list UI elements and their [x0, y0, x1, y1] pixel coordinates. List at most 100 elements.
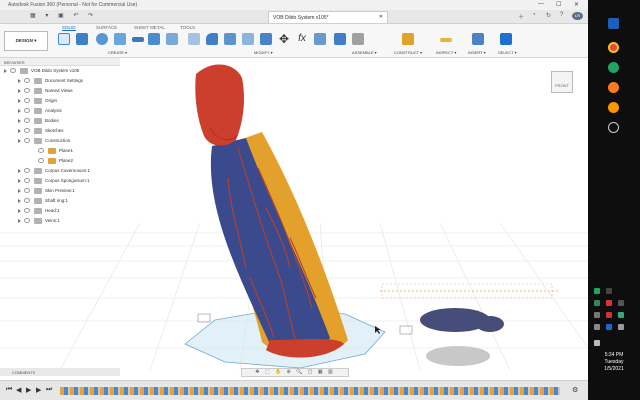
construct-menu[interactable]: CONSTRUCT ▾ — [394, 50, 422, 55]
close-button[interactable]: ✕ — [574, 1, 579, 8]
visibility-eye-icon[interactable] — [10, 68, 16, 73]
step-back-icon[interactable]: ◀ — [16, 386, 21, 394]
assemble-menu[interactable]: ASSEMBLE ▾ — [352, 50, 377, 55]
step-forward-icon[interactable]: ▶ — [36, 386, 41, 394]
app-green-icon[interactable] — [608, 62, 619, 73]
sweep-icon[interactable] — [114, 33, 126, 45]
tray-icon-11[interactable] — [618, 324, 624, 330]
browser-item[interactable]: VOB Dildo System v105 — [0, 66, 120, 76]
browser-item[interactable]: Plane1 — [0, 146, 120, 156]
browser-item[interactable]: Veins:1 — [0, 216, 120, 226]
chrome-icon[interactable] — [608, 42, 619, 53]
inspect-menu[interactable]: INSPECT ▾ — [436, 50, 456, 55]
volume-icon[interactable] — [594, 340, 600, 346]
tray-icon-5[interactable] — [618, 300, 624, 306]
play-icon[interactable]: ▶ — [26, 386, 31, 394]
expand-arrow-icon[interactable] — [18, 179, 21, 183]
go-to-start-icon[interactable]: ⏮ — [6, 386, 12, 394]
insert-image-icon[interactable] — [472, 33, 484, 45]
select-menu[interactable]: SELECT ▾ — [498, 50, 517, 55]
maximize-button[interactable]: ☐ — [556, 1, 561, 8]
visibility-eye-icon[interactable] — [24, 88, 30, 93]
loft-icon[interactable] — [132, 37, 144, 42]
job-status-icon[interactable]: ↻ — [546, 12, 551, 19]
visibility-eye-icon[interactable] — [24, 208, 30, 213]
visibility-eye-icon[interactable] — [24, 138, 30, 143]
visibility-eye-icon[interactable] — [38, 148, 44, 153]
add-tab-icon[interactable]: ＋ — [518, 12, 524, 21]
extrude-icon[interactable] — [76, 33, 88, 45]
tray-icon-4[interactable] — [606, 300, 612, 306]
clock-app-icon[interactable] — [608, 122, 619, 133]
visibility-eye-icon[interactable] — [24, 118, 30, 123]
expand-arrow-icon[interactable] — [18, 119, 21, 123]
tab-sheet-metal[interactable]: SHEET METAL — [134, 25, 165, 30]
timeline-settings-icon[interactable]: ⚙ — [572, 386, 578, 394]
tray-icon-8[interactable] — [618, 312, 624, 318]
help-icon[interactable]: ? — [560, 12, 563, 18]
expand-arrow-icon[interactable] — [18, 99, 21, 103]
firefox-dev-icon[interactable] — [608, 102, 619, 113]
expand-arrow-icon[interactable] — [18, 109, 21, 113]
rib-icon[interactable] — [148, 33, 160, 45]
expand-arrow-icon[interactable] — [18, 89, 21, 93]
hole-icon[interactable] — [166, 33, 178, 45]
browser-item[interactable]: Head:1 — [0, 206, 120, 216]
browser-item[interactable]: Analysis — [0, 106, 120, 116]
quick-access-toolbar[interactable]: ▦ ▾ ▣ ↶ ↷ — [30, 12, 97, 19]
move-icon[interactable]: ✥ — [278, 33, 290, 45]
browser-item[interactable]: Skin Preview:1 — [0, 186, 120, 196]
visibility-eye-icon[interactable] — [24, 128, 30, 133]
browser-item[interactable]: Document Settings — [0, 76, 120, 86]
close-tab-icon[interactable]: ✕ — [379, 14, 383, 20]
tray-icon-2[interactable] — [606, 288, 612, 294]
expand-arrow-icon[interactable] — [18, 129, 21, 133]
tray-icon-10[interactable] — [606, 324, 612, 330]
tray-icon-1[interactable] — [594, 288, 600, 294]
visibility-eye-icon[interactable] — [38, 158, 44, 163]
visibility-eye-icon[interactable] — [24, 188, 30, 193]
visibility-eye-icon[interactable] — [24, 78, 30, 83]
expand-arrow-icon[interactable] — [18, 209, 21, 213]
new-component-assemble-icon[interactable] — [334, 33, 346, 45]
visibility-eye-icon[interactable] — [24, 178, 30, 183]
minimize-button[interactable]: — — [538, 1, 544, 7]
document-tab[interactable]: VOB Dildo System v105* ✕ — [268, 11, 388, 23]
browser-item[interactable]: Bodies — [0, 116, 120, 126]
user-avatar[interactable]: LR — [572, 12, 583, 20]
expand-arrow-icon[interactable] — [18, 199, 21, 203]
tray-icon-7[interactable] — [606, 312, 612, 318]
offset-plane-icon[interactable] — [402, 33, 414, 45]
press-pull-icon[interactable] — [188, 33, 200, 45]
browser-item[interactable]: Plane2 — [0, 156, 120, 166]
browser-item[interactable]: Shaft ring:1 — [0, 196, 120, 206]
visibility-eye-icon[interactable] — [24, 168, 30, 173]
modify-menu[interactable]: MODIFY ▾ — [254, 50, 273, 55]
align-icon[interactable] — [314, 33, 326, 45]
joint-icon[interactable] — [352, 33, 364, 45]
timeline-feature-strip[interactable] — [60, 387, 560, 395]
tab-surface[interactable]: SURFACE — [96, 25, 117, 30]
expand-arrow-icon[interactable] — [18, 189, 21, 193]
comments-panel[interactable]: COMMENTS — [0, 368, 120, 376]
shell-icon[interactable] — [242, 33, 254, 45]
parameters-icon[interactable]: fx — [296, 33, 308, 45]
firefox-icon[interactable] — [608, 82, 619, 93]
viewcube[interactable]: FRONT — [551, 71, 573, 93]
tab-solid[interactable]: SOLID — [62, 25, 76, 31]
visibility-eye-icon[interactable] — [24, 218, 30, 223]
tab-tools[interactable]: TOOLS — [180, 25, 195, 30]
expand-arrow-icon[interactable] — [18, 79, 21, 83]
visibility-eye-icon[interactable] — [24, 108, 30, 113]
expand-arrow-icon[interactable] — [18, 139, 21, 143]
tray-icon-9[interactable] — [594, 324, 600, 330]
tray-icon-6[interactable] — [594, 312, 600, 318]
taskbar-clock[interactable]: 5:24 PM Tuesday 1/5/2021 — [588, 352, 640, 373]
insert-menu[interactable]: INSERT ▾ — [468, 50, 486, 55]
scale-icon[interactable] — [260, 33, 272, 45]
expand-arrow-icon[interactable] — [18, 169, 21, 173]
expand-arrow-icon[interactable] — [18, 219, 21, 223]
visibility-eye-icon[interactable] — [24, 198, 30, 203]
navigation-toolbar[interactable]: ✥ ⬚ ✋ ⊕ 🔍 ▢ ▦ ▥ — [241, 368, 349, 377]
visibility-eye-icon[interactable] — [24, 98, 30, 103]
